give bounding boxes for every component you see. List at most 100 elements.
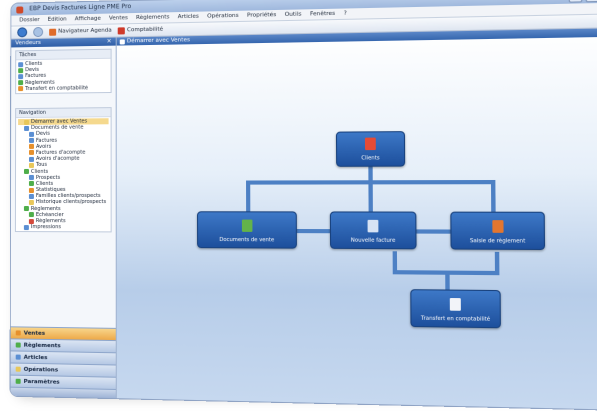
sidebar-close-icon[interactable]: × bbox=[107, 38, 112, 46]
sidebar-title: Vendeurs bbox=[15, 39, 41, 47]
tasks-panel: Tâches Clients Devis Factures Règlements… bbox=[15, 48, 112, 95]
tree-node-icon bbox=[28, 181, 34, 187]
navigation-tree: Démarrer avec Ventes Documents de vente De… bbox=[16, 117, 111, 232]
menu-help[interactable]: ? bbox=[344, 8, 347, 18]
main-panel: Démarrer avec Ventes Clients Documents d… bbox=[116, 28, 597, 410]
factures-node-icon bbox=[367, 219, 379, 233]
connector-line bbox=[295, 228, 330, 234]
tree-node-label: Familles clients/prospects bbox=[35, 193, 101, 200]
tree-node-label: Clients bbox=[35, 180, 54, 187]
node-transfert[interactable]: Transfert en comptabilité bbox=[410, 289, 501, 329]
tree-node-icon bbox=[24, 119, 30, 125]
nav-label: Ventes bbox=[23, 330, 46, 337]
nav-label: Règlements bbox=[23, 342, 61, 349]
tree-node-label: Tous bbox=[35, 162, 48, 169]
documents-node-icon bbox=[241, 219, 252, 232]
tree-node-icon bbox=[28, 162, 34, 168]
connector-line bbox=[494, 251, 500, 276]
tree-node-icon bbox=[29, 131, 35, 137]
accounting-button[interactable]: Comptabilité bbox=[117, 26, 164, 34]
menu-fenetres[interactable]: Fenêtres bbox=[310, 9, 335, 20]
task-transfert[interactable]: Transfert en comptabilité bbox=[18, 85, 108, 92]
tree-node-icon bbox=[29, 138, 35, 144]
tree-node-icon bbox=[29, 150, 35, 156]
reglements-nav-icon bbox=[15, 342, 21, 348]
node-clients[interactable]: Clients bbox=[335, 131, 406, 167]
tree-node-icon bbox=[23, 168, 29, 175]
node-factures[interactable]: Nouvelle facture bbox=[329, 211, 417, 250]
tree-node-label: Historique clients/prospects bbox=[35, 199, 107, 206]
articles-icon bbox=[15, 354, 21, 360]
tree-node-icon bbox=[28, 156, 34, 162]
forward-icon[interactable] bbox=[33, 26, 44, 38]
nav-label: Opérations bbox=[23, 366, 59, 374]
node-label: Transfert en comptabilité bbox=[420, 315, 491, 323]
menu-dossier[interactable]: Dossier bbox=[19, 15, 39, 25]
tree-node-label: Echéancier bbox=[35, 211, 64, 218]
devis-icon bbox=[18, 67, 24, 73]
node-documents[interactable]: Documents de vente bbox=[197, 211, 297, 249]
tree-node-icon bbox=[29, 144, 35, 150]
navigator-label: Navigateur Agenda bbox=[58, 27, 112, 35]
menu-articles[interactable]: Articles bbox=[178, 12, 199, 23]
tree-node-icon bbox=[23, 206, 29, 212]
tree-node-icon bbox=[24, 125, 30, 131]
menu-edition[interactable]: Edition bbox=[48, 14, 67, 24]
tree-node-label: Règlements bbox=[35, 218, 66, 225]
app-window: EBP Devis Factures Ligne PME Pro Dossier… bbox=[9, 0, 597, 411]
navigation-panel: Navigation Démarrer avec Ventes Documents… bbox=[14, 107, 112, 233]
clients-node-icon bbox=[364, 137, 376, 151]
transfert-icon bbox=[18, 86, 24, 92]
connector-line bbox=[246, 180, 251, 212]
menu-outils[interactable]: Outils bbox=[285, 9, 302, 20]
maximize-button[interactable] bbox=[585, 0, 597, 3]
nav-tree-item[interactable]: Familles clients/prospects bbox=[18, 193, 109, 199]
navigator-button[interactable]: Navigateur Agenda bbox=[49, 27, 112, 36]
node-label: Saisie de règlement bbox=[469, 238, 526, 245]
accounting-icon bbox=[117, 26, 125, 34]
menu-proprietes[interactable]: Propriétés bbox=[247, 10, 276, 21]
tree-node-label: Prospects bbox=[35, 174, 61, 181]
node-label: Documents de vente bbox=[219, 236, 275, 244]
connector-line bbox=[445, 270, 450, 290]
clients-icon bbox=[18, 61, 24, 67]
main-title: Démarrer avec Ventes bbox=[126, 37, 190, 45]
node-saisie[interactable]: Saisie de règlement bbox=[450, 211, 546, 251]
menu-affichage[interactable]: Affichage bbox=[75, 14, 101, 25]
connector-line bbox=[368, 180, 373, 212]
nav-strip bbox=[10, 386, 116, 399]
tree-node-label: Impressions bbox=[30, 224, 61, 231]
connector-line bbox=[415, 229, 451, 234]
tree-node-label: Règlements bbox=[30, 205, 61, 212]
sidebar-header: Vendeurs × bbox=[11, 37, 116, 48]
tree-node-label: Devis bbox=[36, 131, 50, 138]
window-title: EBP Devis Factures Ligne PME Pro bbox=[29, 3, 132, 13]
saisie-node-icon bbox=[491, 220, 504, 233]
tree-node-label: Factures bbox=[36, 137, 58, 144]
parametres-icon bbox=[15, 378, 21, 384]
tree-node-label: Avoirs bbox=[36, 143, 52, 150]
sidebar: Vendeurs × Tâches Clients Devis Factures… bbox=[10, 37, 117, 399]
tree-node-icon bbox=[28, 193, 34, 199]
tree-node-icon bbox=[28, 218, 34, 224]
accounting-label: Comptabilité bbox=[127, 26, 164, 34]
node-label: Clients bbox=[361, 155, 380, 162]
minimize-button[interactable] bbox=[568, 0, 583, 3]
nav-tree-item[interactable]: Impressions bbox=[18, 224, 109, 231]
tree-node-icon bbox=[28, 187, 34, 193]
menu-ventes[interactable]: Ventes bbox=[109, 13, 128, 23]
tree-node-label: Documents de vente bbox=[31, 124, 84, 132]
ventes-icon bbox=[15, 330, 21, 336]
tree-node-label: Avoirs d'acompte bbox=[35, 155, 80, 163]
tree-node-icon bbox=[28, 175, 34, 181]
factures-icon bbox=[18, 74, 24, 80]
menu-reglements[interactable]: Règlements bbox=[136, 12, 169, 23]
tasks-list: Clients Devis Factures Règlements Transf… bbox=[16, 59, 110, 93]
tree-node-icon bbox=[28, 212, 34, 218]
connector-line bbox=[490, 179, 496, 212]
back-icon[interactable] bbox=[17, 27, 28, 38]
nav-label: Articles bbox=[23, 354, 48, 361]
navigator-icon bbox=[49, 28, 57, 36]
menu-operations[interactable]: Opérations bbox=[207, 11, 239, 22]
operations-icon bbox=[15, 366, 21, 372]
